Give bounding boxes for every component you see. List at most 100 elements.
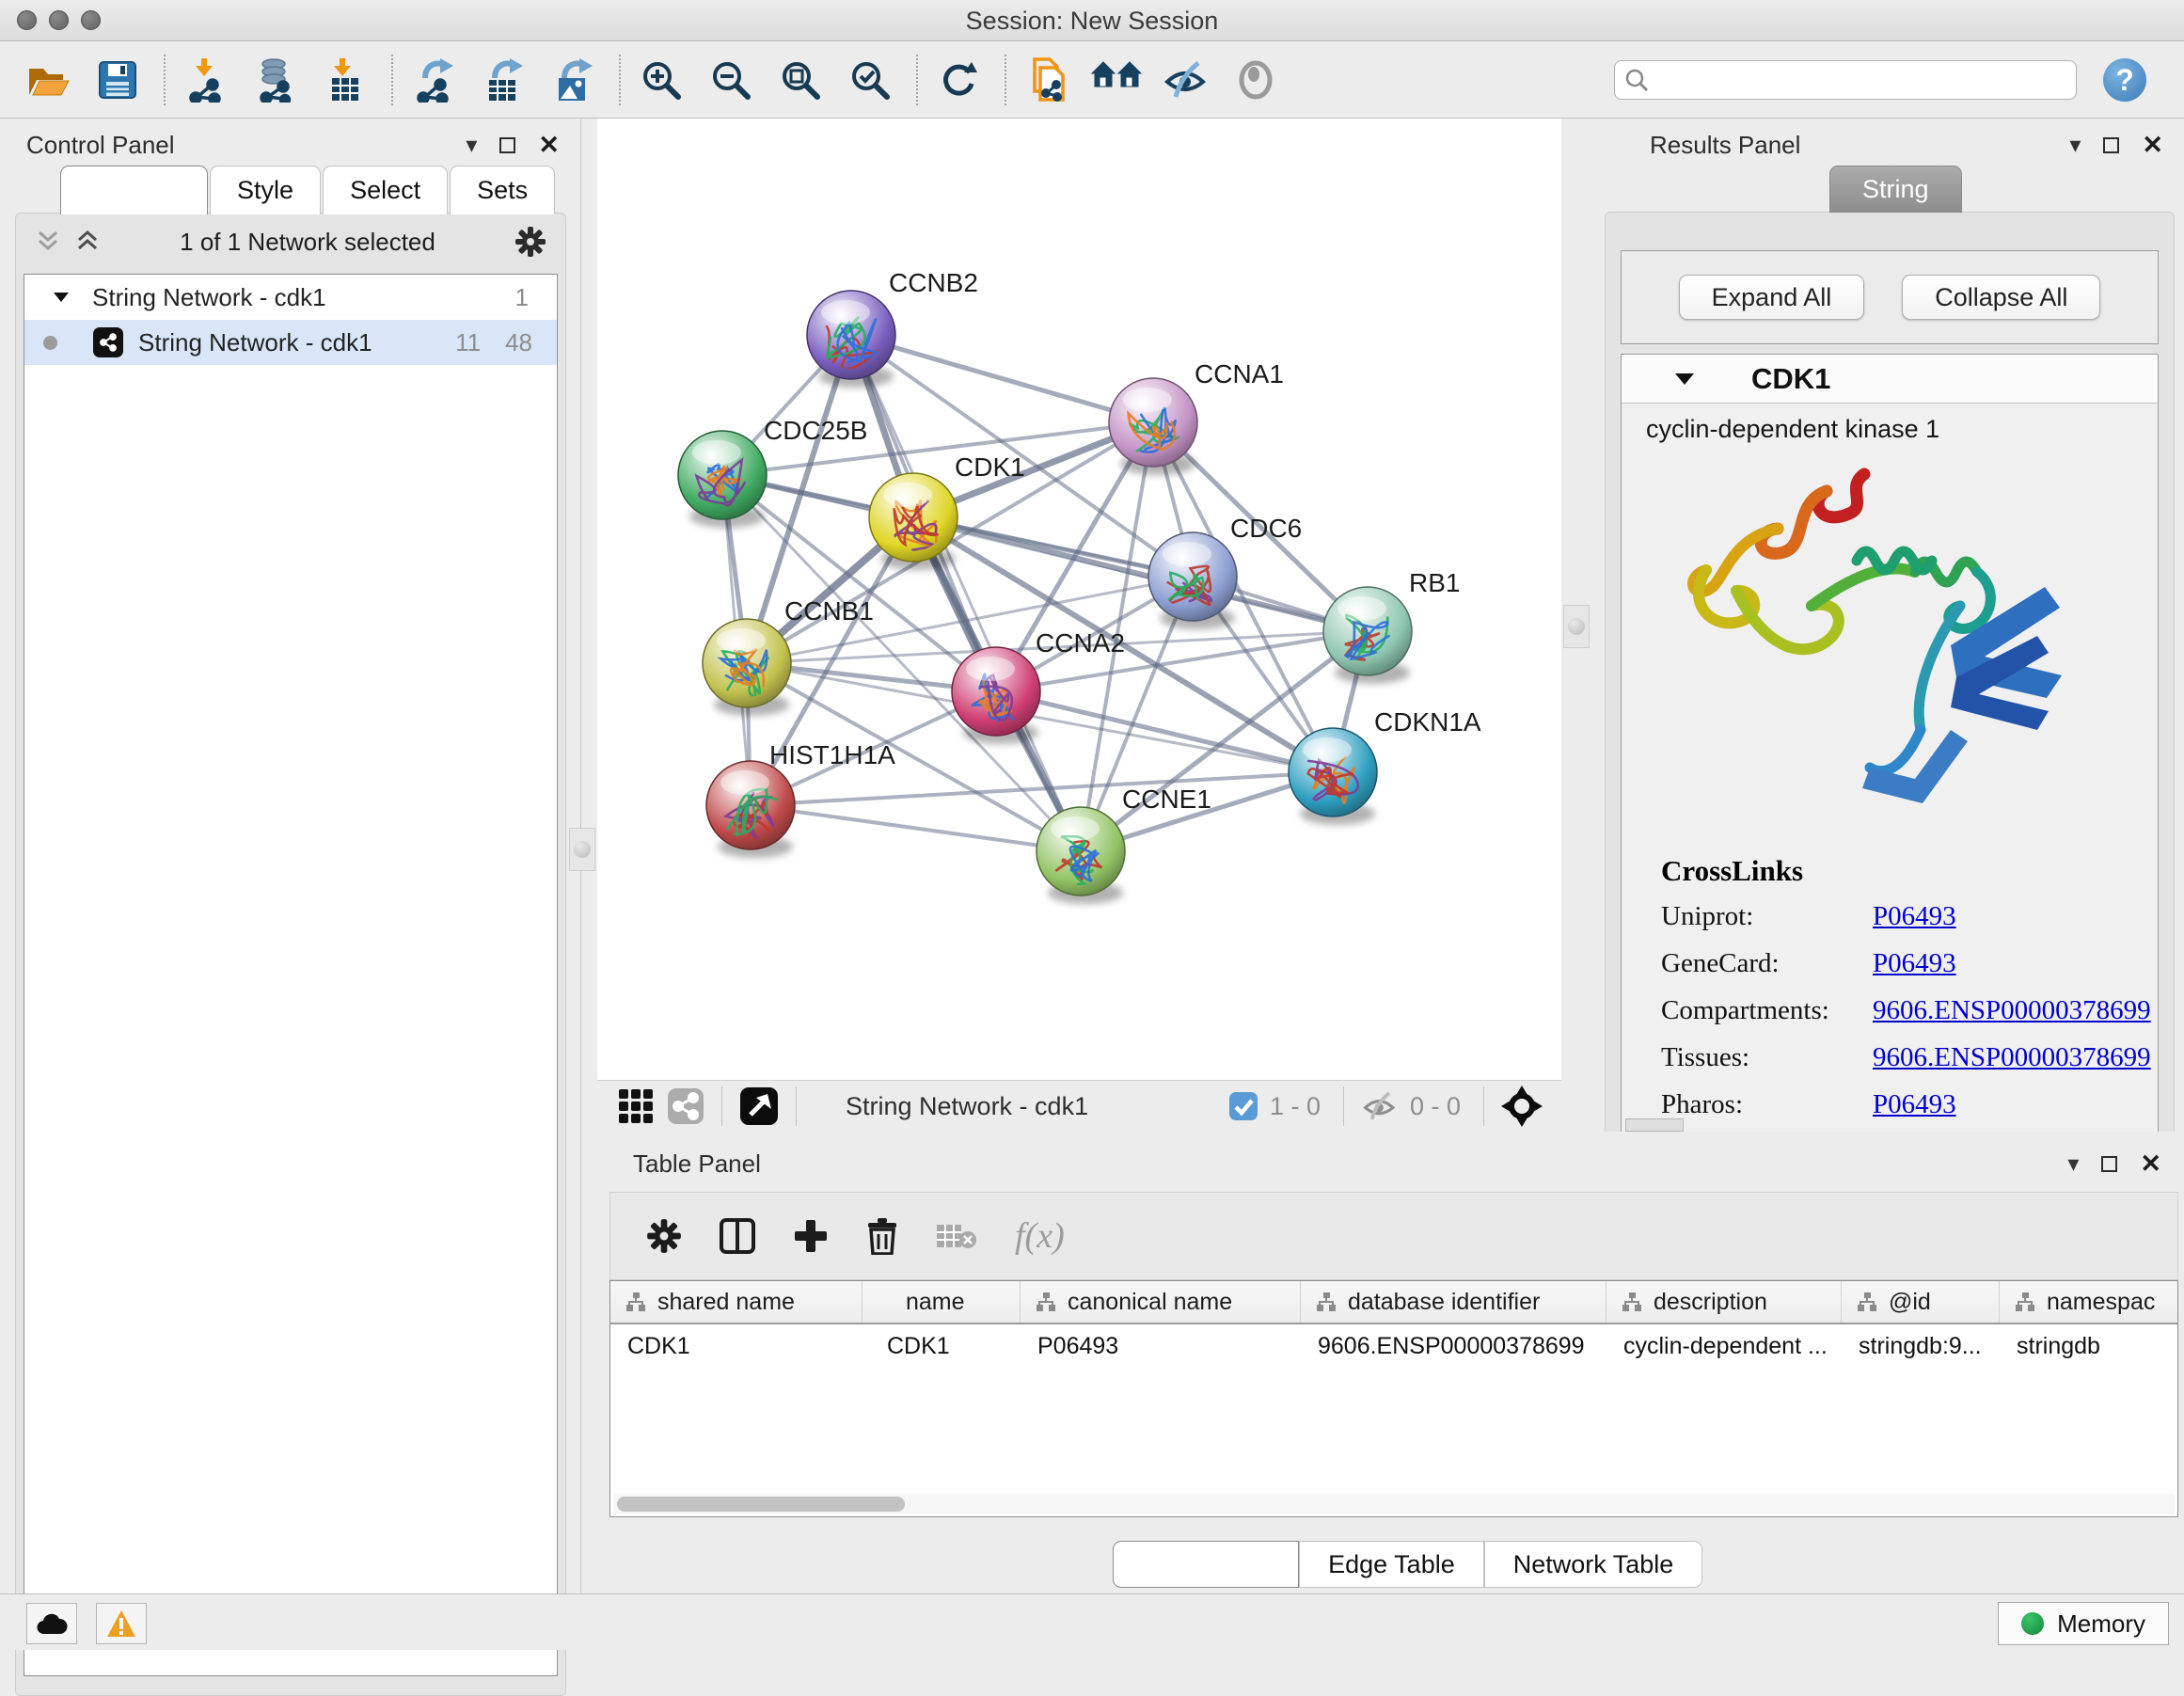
cell-id[interactable]: stringdb:9... xyxy=(1842,1333,2000,1360)
function-builder-fx[interactable]: f(x) xyxy=(1015,1215,1065,1257)
network-node-CCNB1[interactable]: CCNB1 xyxy=(703,596,874,716)
two-houses-button[interactable] xyxy=(1089,52,1144,108)
import-network-database-button[interactable] xyxy=(248,52,303,108)
import-table-file-button[interactable] xyxy=(318,52,372,108)
protein-name: CDK1 xyxy=(1751,362,1830,396)
zoom-selected-button[interactable] xyxy=(843,52,897,108)
network-node-CDC25B[interactable]: CDC25B xyxy=(678,416,867,528)
column-header-description[interactable]: description xyxy=(1606,1281,1842,1323)
network-edge-HIST1H1A-CCNE1[interactable] xyxy=(751,805,1081,851)
panel-float-icon[interactable] xyxy=(499,137,515,153)
tab-select[interactable]: Select xyxy=(323,166,448,214)
crosslink-link[interactable]: P06493 xyxy=(1873,901,1956,932)
tab-network-table[interactable]: Network Table xyxy=(1484,1541,1703,1588)
collapse-all-chevron-icon[interactable] xyxy=(35,230,61,254)
network-row-selected[interactable]: String Network - cdk1 11 48 xyxy=(24,320,557,365)
right-splitter-handle[interactable] xyxy=(1563,605,1590,648)
network-node-CCNE1[interactable]: CCNE1 xyxy=(1037,785,1211,904)
help-button[interactable]: ? xyxy=(2103,58,2146,102)
panel-float-icon[interactable] xyxy=(2101,1156,2117,1172)
panel-close-icon[interactable]: ✕ xyxy=(2142,131,2163,160)
delete-table-icon[interactable] xyxy=(936,1221,977,1251)
birds-eye-navigator-icon[interactable] xyxy=(1501,1086,1543,1127)
share-view-icon[interactable] xyxy=(667,1087,704,1125)
cell-namespace[interactable]: stringdb xyxy=(2000,1333,2177,1360)
cell-database-identifier[interactable]: 9606.ENSP00000378699 xyxy=(1301,1333,1606,1360)
tab-string[interactable]: String xyxy=(1829,166,1962,213)
panel-menu-caret-icon[interactable]: ▾ xyxy=(2069,132,2081,159)
cell-shared-name[interactable]: CDK1 xyxy=(610,1333,863,1360)
network-graph-svg[interactable]: CCNB2CCNA1CDC25BCDK1CDC6RB1CCNB1CCNA2CDK… xyxy=(597,119,1561,1080)
table-horizontal-scrollbar[interactable] xyxy=(613,1494,2175,1514)
network-collection-row[interactable]: String Network - cdk1 1 xyxy=(24,275,557,320)
copy-network-button[interactable] xyxy=(1020,52,1074,108)
crosslink-link[interactable]: 9606.ENSP00000378699 xyxy=(1873,1042,2151,1073)
grid-view-icon[interactable] xyxy=(618,1088,654,1124)
cell-name[interactable]: CDK1 xyxy=(863,1333,1021,1360)
protein-collapse-caret-icon[interactable] xyxy=(1674,372,1695,387)
tab-sets[interactable]: Sets xyxy=(450,166,555,214)
collapse-all-button[interactable]: Collapse All xyxy=(1902,275,2100,320)
column-header-database-identifier[interactable]: database identifier xyxy=(1301,1281,1606,1323)
export-image-button[interactable] xyxy=(546,52,600,108)
show-columns-icon[interactable] xyxy=(720,1218,755,1254)
network-node-CDC6[interactable]: CDC6 xyxy=(1148,514,1302,629)
zoom-in-button[interactable] xyxy=(634,52,688,108)
hide-selected-button[interactable] xyxy=(1159,52,1213,108)
add-column-plus-icon[interactable] xyxy=(793,1218,829,1254)
search-input[interactable] xyxy=(1656,67,2066,94)
cell-description[interactable]: cyclin-dependent ... xyxy=(1606,1333,1842,1360)
network-edge-CCNB2-CCNA1[interactable] xyxy=(851,335,1153,422)
panel-menu-caret-icon[interactable]: ▾ xyxy=(2067,1150,2079,1178)
table-gear-icon[interactable] xyxy=(646,1218,682,1254)
results-horizontal-scrollbar-thumb[interactable] xyxy=(1625,1118,1684,1132)
selected-checkbox-icon[interactable] xyxy=(1228,1091,1258,1121)
protein-header-row[interactable]: CDK1 xyxy=(1622,355,2158,404)
tree-expand-caret-icon[interactable] xyxy=(53,291,70,304)
export-network-button[interactable] xyxy=(406,52,461,108)
import-network-file-button[interactable] xyxy=(179,52,233,108)
panel-close-icon[interactable]: ✕ xyxy=(538,131,560,160)
panel-menu-caret-icon[interactable]: ▾ xyxy=(466,132,477,159)
memory-button[interactable]: Memory xyxy=(1998,1602,2169,1645)
crosslink-link[interactable]: P06493 xyxy=(1873,1089,1956,1120)
detach-view-icon[interactable] xyxy=(739,1086,779,1126)
zoom-fit-button[interactable] xyxy=(773,52,828,108)
column-header-namespace[interactable]: namespac xyxy=(2000,1281,2177,1323)
tab-node-table[interactable]: Node Table xyxy=(1113,1541,1299,1588)
cloud-status-button[interactable] xyxy=(26,1603,77,1644)
open-session-button[interactable] xyxy=(21,52,75,108)
column-header-shared-name[interactable]: shared name xyxy=(610,1281,863,1323)
cell-canonical-name[interactable]: P06493 xyxy=(1021,1333,1301,1360)
column-header-name[interactable]: name xyxy=(863,1281,1021,1323)
delete-column-trash-icon[interactable] xyxy=(866,1217,898,1255)
tab-network[interactable]: Network xyxy=(60,166,208,214)
column-header-id[interactable]: @id xyxy=(1842,1281,2000,1323)
panel-close-icon[interactable]: ✕ xyxy=(2140,1149,2161,1179)
panel-float-icon[interactable] xyxy=(2103,137,2119,153)
save-session-button[interactable] xyxy=(90,52,145,108)
gear-icon[interactable] xyxy=(514,226,546,258)
network-node-CCNB2[interactable]: CCNB2 xyxy=(807,268,978,388)
table-scrollbar-thumb[interactable] xyxy=(617,1497,905,1512)
hidden-eye-icon[interactable] xyxy=(1361,1090,1399,1122)
warnings-button[interactable] xyxy=(96,1603,147,1644)
column-header-canonical-name[interactable]: canonical name xyxy=(1021,1281,1301,1323)
left-splitter-handle[interactable] xyxy=(569,828,595,871)
network-node-CCNA1[interactable]: CCNA1 xyxy=(1109,359,1284,475)
crosslink-link[interactable]: P06493 xyxy=(1873,948,1956,979)
network-node-RB1[interactable]: RB1 xyxy=(1323,568,1460,684)
network-edge-CCNB2-CCNE1[interactable] xyxy=(851,335,1081,851)
expand-all-button[interactable]: Expand All xyxy=(1679,275,1865,320)
show-all-button[interactable] xyxy=(1228,52,1283,108)
crosslink-link[interactable]: 9606.ENSP00000378699 xyxy=(1873,995,2151,1026)
tab-style[interactable]: Style xyxy=(210,166,321,214)
export-table-button[interactable] xyxy=(476,52,530,108)
expand-all-chevron-icon[interactable] xyxy=(74,230,101,254)
refresh-button[interactable] xyxy=(931,52,986,108)
zoom-out-button[interactable] xyxy=(704,52,758,108)
network-canvas[interactable]: CCNB2CCNA1CDC25BCDK1CDC6RB1CCNB1CCNA2CDK… xyxy=(597,119,1561,1080)
network-node-CDKN1A[interactable]: CDKN1A xyxy=(1289,707,1481,825)
tab-edge-table[interactable]: Edge Table xyxy=(1299,1541,1484,1588)
table-row[interactable]: CDK1 CDK1 P06493 9606.ENSP00000378699 cy… xyxy=(610,1324,2177,1368)
